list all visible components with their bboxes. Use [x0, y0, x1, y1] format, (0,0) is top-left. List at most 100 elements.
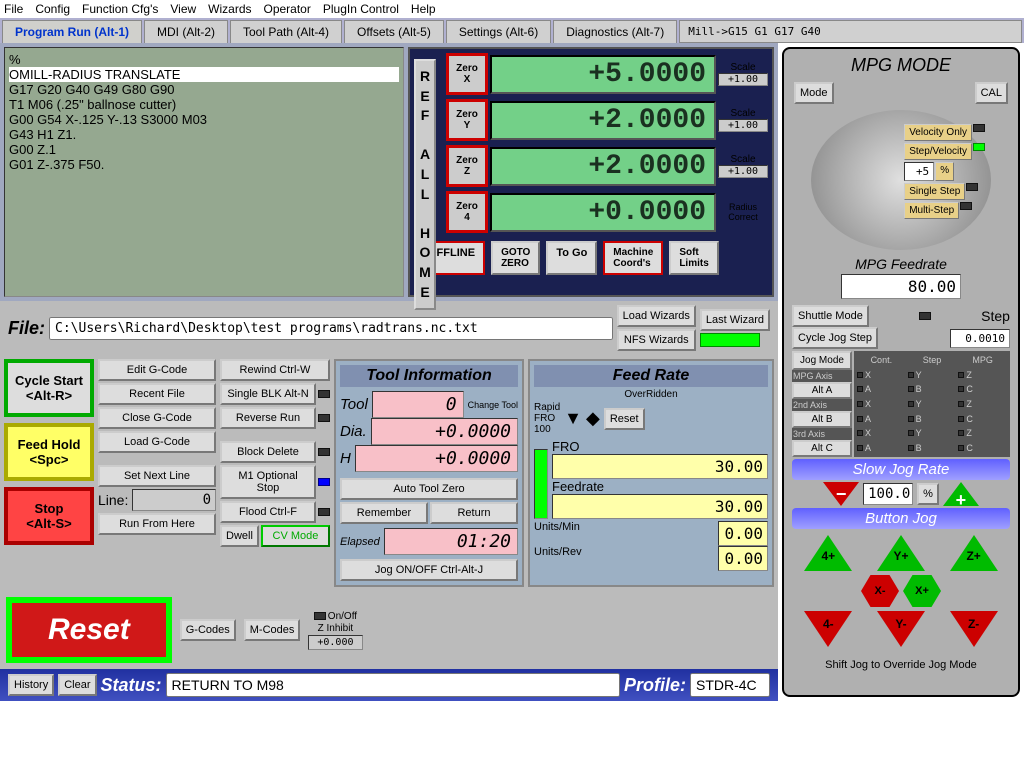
- to-go-button[interactable]: To Go: [546, 241, 597, 275]
- file-path-input[interactable]: [49, 317, 613, 340]
- cycle-jog-value[interactable]: 0.0010: [950, 329, 1010, 348]
- zero-z-button[interactable]: Zero Z: [446, 145, 488, 187]
- change-tool-button[interactable]: Change Tool: [468, 400, 518, 410]
- tab-settings[interactable]: Settings (Alt-6): [446, 20, 551, 43]
- menu-view[interactable]: View: [170, 2, 196, 16]
- multi-step-button[interactable]: Multi-Step: [904, 202, 959, 219]
- zinhibit-value[interactable]: +0.000: [308, 635, 362, 650]
- dro-4-value[interactable]: +0.0000: [490, 193, 716, 232]
- alt-c-button[interactable]: Alt C: [792, 440, 852, 457]
- jog-y-plus[interactable]: Y+: [877, 535, 925, 571]
- shuttle-mode-button[interactable]: Shuttle Mode: [792, 305, 869, 327]
- run-from-here-button[interactable]: Run From Here: [98, 513, 216, 535]
- jog-x-minus[interactable]: X-: [861, 575, 899, 607]
- alt-b-button[interactable]: Alt B: [792, 411, 852, 428]
- ref-all-home-button[interactable]: R E F A L L H O M E: [414, 59, 436, 310]
- remember-button[interactable]: Remember: [340, 502, 428, 524]
- menu-help[interactable]: Help: [411, 2, 436, 16]
- jog-onoff-button[interactable]: Jog ON/OFF Ctrl-Alt-J: [340, 559, 518, 581]
- scale-x-value[interactable]: +1.00: [718, 73, 768, 86]
- feed-hold-button[interactable]: Feed Hold <Spc>: [4, 423, 94, 481]
- h-value[interactable]: +0.0000: [355, 445, 518, 472]
- jog-y-minus[interactable]: Y-: [877, 611, 925, 647]
- dwell-button[interactable]: Dwell: [220, 525, 259, 547]
- step-velocity-button[interactable]: Step/Velocity: [904, 143, 972, 160]
- mpg-cal-button[interactable]: CAL: [975, 82, 1008, 104]
- jog-x-plus[interactable]: X+: [903, 575, 941, 607]
- dia-value[interactable]: +0.0000: [371, 418, 518, 445]
- menu-file[interactable]: File: [4, 2, 23, 16]
- radius-correct[interactable]: Radius Correct: [718, 202, 768, 222]
- cycle-jog-step-button[interactable]: Cycle Jog Step: [792, 327, 878, 349]
- fro-reset-button[interactable]: Reset: [604, 408, 645, 430]
- reset-button[interactable]: Reset: [6, 597, 172, 663]
- slow-jog-pct[interactable]: %: [917, 483, 939, 505]
- jog-4-minus[interactable]: 4-: [804, 611, 852, 647]
- mcodes-button[interactable]: M-Codes: [244, 619, 301, 641]
- fro-value[interactable]: 30.00: [552, 454, 768, 479]
- jog-z-minus[interactable]: Z-: [950, 611, 998, 647]
- menu-plugin[interactable]: PlugIn Control: [323, 2, 399, 16]
- cv-mode-button[interactable]: CV Mode: [261, 525, 330, 547]
- gcodes-button[interactable]: G-Codes: [180, 619, 236, 641]
- single-step-button[interactable]: Single Step: [904, 183, 965, 200]
- recent-file-button[interactable]: Recent File: [98, 383, 216, 405]
- dro-z-value[interactable]: +2.0000: [490, 147, 716, 186]
- mpg-wheel[interactable]: Velocity Only Step/Velocity +5% Single S…: [811, 110, 991, 250]
- close-gcode-button[interactable]: Close G-Code: [98, 407, 216, 429]
- tab-program-run[interactable]: Program Run (Alt-1): [2, 20, 142, 43]
- goto-zero-button[interactable]: GOTO ZERO: [491, 241, 540, 275]
- edit-gcode-button[interactable]: Edit G-Code: [98, 359, 216, 381]
- load-wizards-button[interactable]: Load Wizards: [617, 305, 696, 327]
- dro-y-value[interactable]: +2.0000: [490, 101, 716, 140]
- fro-up-icon[interactable]: ◆: [586, 408, 600, 429]
- last-wizard-button[interactable]: Last Wizard: [700, 309, 770, 331]
- mpg-pct-button[interactable]: %: [935, 162, 954, 181]
- scale-y-value[interactable]: +1.00: [718, 119, 768, 132]
- tab-toolpath[interactable]: Tool Path (Alt-4): [230, 20, 342, 43]
- auto-tool-zero-button[interactable]: Auto Tool Zero: [340, 478, 518, 500]
- jog-4-plus[interactable]: 4+: [804, 535, 852, 571]
- mpg-mode-button[interactable]: Mode: [794, 82, 834, 104]
- mpg-feedrate-value[interactable]: 80.00: [841, 274, 961, 299]
- zero-y-button[interactable]: Zero Y: [446, 99, 488, 141]
- zero-x-button[interactable]: Zero X: [446, 53, 488, 95]
- slow-jog-value[interactable]: 100.0: [863, 483, 913, 505]
- menu-wizards[interactable]: Wizards: [208, 2, 251, 16]
- slow-jog-plus[interactable]: +: [943, 482, 979, 506]
- tab-mdi[interactable]: MDI (Alt-2): [144, 20, 228, 43]
- soft-limits-button[interactable]: Soft Limits: [669, 241, 718, 275]
- machine-coords-button[interactable]: Machine Coord's: [603, 241, 663, 275]
- velocity-only-button[interactable]: Velocity Only: [904, 124, 972, 141]
- menu-fcfg[interactable]: Function Cfg's: [82, 2, 158, 16]
- single-blk-button[interactable]: Single BLK Alt-N: [220, 383, 316, 405]
- m1-stop-button[interactable]: M1 Optional Stop: [220, 465, 316, 499]
- feedrate-value[interactable]: 30.00: [552, 494, 768, 519]
- reverse-run-button[interactable]: Reverse Run: [220, 407, 316, 429]
- block-delete-button[interactable]: Block Delete: [220, 441, 316, 463]
- nfs-wizards-button[interactable]: NFS Wizards: [617, 329, 696, 351]
- load-gcode-button[interactable]: Load G-Code: [98, 431, 216, 453]
- gcode-display[interactable]: % OMILL-RADIUS TRANSLATE G17 G20 G40 G49…: [4, 47, 404, 297]
- mpg-step-value[interactable]: +5: [904, 162, 934, 181]
- zero-4-button[interactable]: Zero 4: [446, 191, 488, 233]
- menu-operator[interactable]: Operator: [264, 2, 311, 16]
- set-next-line-button[interactable]: Set Next Line: [98, 465, 216, 487]
- cycle-start-button[interactable]: Cycle Start <Alt-R>: [4, 359, 94, 417]
- jog-mode-button[interactable]: Jog Mode: [792, 351, 852, 370]
- fro-down-icon[interactable]: ▼: [564, 408, 582, 429]
- stop-button[interactable]: Stop <Alt-S>: [4, 487, 94, 545]
- line-value[interactable]: 0: [132, 489, 216, 511]
- tab-offsets[interactable]: Offsets (Alt-5): [344, 20, 444, 43]
- clear-button[interactable]: Clear: [58, 674, 96, 696]
- menu-config[interactable]: Config: [35, 2, 70, 16]
- tab-diagnostics[interactable]: Diagnostics (Alt-7): [553, 20, 677, 43]
- rewind-button[interactable]: Rewind Ctrl-W: [220, 359, 330, 381]
- alt-a-button[interactable]: Alt A: [792, 382, 852, 399]
- scale-z-value[interactable]: +1.00: [718, 165, 768, 178]
- return-button[interactable]: Return: [430, 502, 518, 524]
- history-button[interactable]: History: [8, 674, 54, 696]
- slow-jog-minus[interactable]: −: [823, 482, 859, 506]
- jog-z-plus[interactable]: Z+: [950, 535, 998, 571]
- flood-button[interactable]: Flood Ctrl-F: [220, 501, 316, 523]
